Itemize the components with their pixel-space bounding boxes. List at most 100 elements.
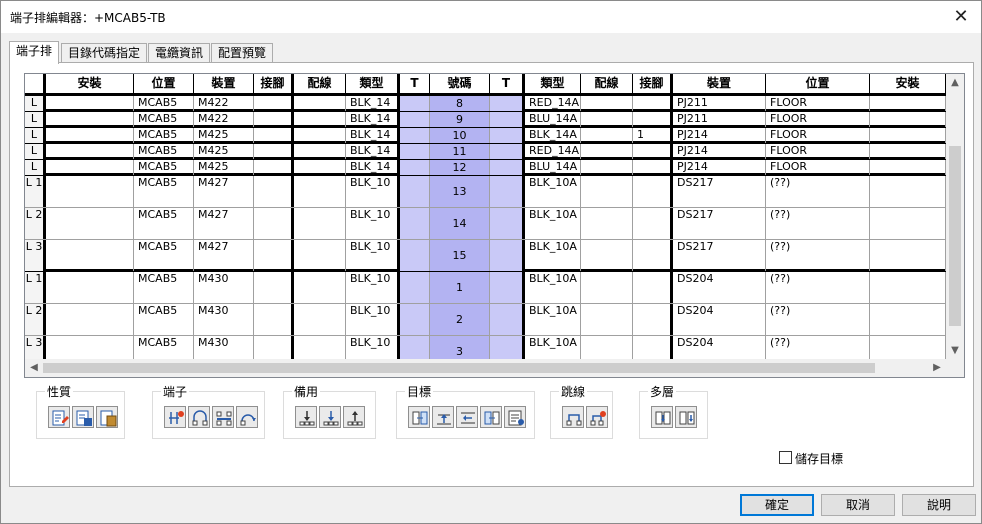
table-cell-type[interactable]: BLK_14 (346, 112, 400, 127)
table-cell-type[interactable]: BLK_14 (346, 144, 400, 159)
column-header[interactable]: T (400, 74, 430, 93)
table-cell-pin[interactable] (254, 96, 294, 111)
table-cell-ins[interactable] (46, 304, 134, 335)
table-cell-t2[interactable] (490, 96, 525, 111)
table-cell-rwire[interactable] (581, 96, 633, 111)
table-cell-pin[interactable] (254, 112, 294, 127)
table-cell-ins[interactable] (46, 240, 134, 271)
table-cell-rins[interactable] (870, 304, 946, 335)
table-cell-wire[interactable] (294, 96, 346, 111)
target-right-icon[interactable] (480, 406, 502, 428)
table-cell-rloc[interactable]: FLOOR (766, 112, 870, 127)
table-cell-t2[interactable] (490, 208, 525, 239)
table-cell-rloc[interactable]: (??) (766, 208, 870, 239)
table-cell-rdev[interactable]: DS217 (673, 240, 766, 271)
table-cell-wire[interactable] (294, 240, 346, 271)
table-cell-wire[interactable] (294, 176, 346, 207)
table-cell-ins[interactable] (46, 144, 134, 159)
help-button[interactable]: 說明 (902, 494, 976, 516)
table-cell-type[interactable]: BLK_10 (346, 240, 400, 271)
table-cell-rloc[interactable]: (??) (766, 336, 870, 359)
table-cell-loc[interactable]: MCAB5 (134, 304, 194, 335)
table-cell-dev[interactable]: M425 (194, 128, 254, 143)
table-cell-type[interactable]: BLK_10 (346, 208, 400, 239)
table-cell-rins[interactable] (870, 96, 946, 111)
table-cell-rpin[interactable] (633, 304, 673, 335)
insert-spare-below-icon[interactable] (295, 406, 317, 428)
table-cell-pin[interactable] (254, 208, 294, 239)
table-cell-dev[interactable]: M427 (194, 208, 254, 239)
table-cell-ins[interactable] (46, 160, 134, 175)
table-cell-pin[interactable] (254, 144, 294, 159)
table-cell-rl[interactable]: L 3 (25, 240, 46, 271)
table-cell-num[interactable]: 1 (430, 272, 490, 303)
ok-button[interactable]: 確定 (740, 494, 814, 516)
table-cell-rins[interactable] (870, 208, 946, 239)
table-cell-loc[interactable]: MCAB5 (134, 176, 194, 207)
column-header[interactable]: 號碼 (430, 74, 490, 93)
table-cell-rpin[interactable] (633, 176, 673, 207)
table-cell-t1[interactable] (400, 272, 430, 303)
table-cell-rins[interactable] (870, 240, 946, 271)
table-cell-rwire[interactable] (581, 112, 633, 127)
save-target-box[interactable] (779, 451, 792, 464)
table-cell-rpin[interactable] (633, 240, 673, 271)
table-cell-rtype[interactable]: BLK_10A (525, 304, 581, 335)
table-cell-rwire[interactable] (581, 272, 633, 303)
table-cell-rdev[interactable]: PJ211 (673, 112, 766, 127)
table-cell-pin[interactable] (254, 336, 294, 359)
table-cell-t2[interactable] (490, 144, 525, 159)
table-cell-pin[interactable] (254, 160, 294, 175)
paste-properties-icon[interactable] (96, 406, 118, 428)
table-cell-t2[interactable] (490, 240, 525, 271)
table-cell-rl[interactable]: L 2 (25, 304, 46, 335)
table-cell-type[interactable]: BLK_10 (346, 176, 400, 207)
table-cell-rtype[interactable]: BLU_14A (525, 112, 581, 127)
target-up-icon[interactable] (432, 406, 454, 428)
column-header[interactable]: 配線 (581, 74, 633, 93)
table-cell-loc[interactable]: MCAB5 (134, 96, 194, 111)
table-cell-rl[interactable]: L (25, 128, 46, 143)
scroll-up-icon[interactable]: ▲ (946, 74, 964, 91)
column-header[interactable]: 類型 (525, 74, 581, 93)
cancel-button[interactable]: 取消 (821, 494, 895, 516)
table-cell-dev[interactable]: M422 (194, 112, 254, 127)
table-cell-rpin[interactable] (633, 336, 673, 359)
table-cell-loc[interactable]: MCAB5 (134, 208, 194, 239)
table-cell-dev[interactable]: M425 (194, 160, 254, 175)
table-cell-rtype[interactable]: BLK_10A (525, 240, 581, 271)
table-cell-rdev[interactable]: DS204 (673, 272, 766, 303)
target-left-icon[interactable] (408, 406, 430, 428)
table-cell-t2[interactable] (490, 128, 525, 143)
multilevel-left-icon[interactable] (651, 406, 673, 428)
table-cell-rloc[interactable]: (??) (766, 272, 870, 303)
table-cell-rtype[interactable]: RED_14A (525, 144, 581, 159)
table-cell-ins[interactable] (46, 128, 134, 143)
table-cell-type[interactable]: BLK_14 (346, 96, 400, 111)
table-cell-loc[interactable]: MCAB5 (134, 160, 194, 175)
table-cell-num[interactable]: 14 (430, 208, 490, 239)
table-cell-t1[interactable] (400, 112, 430, 127)
table-cell-t1[interactable] (400, 160, 430, 175)
target-swap-icon[interactable] (456, 406, 478, 428)
table-row[interactable]: L MCAB5 M425 BLK_14 10 BLK_14A 1 PJ214 FLOOR (25, 128, 946, 144)
table-cell-t2[interactable] (490, 336, 525, 359)
table-row[interactable]: L 2 MCAB5 M427 BLK_10 14 BLK_10A DS217 (??) (25, 208, 946, 240)
table-cell-ins[interactable] (46, 112, 134, 127)
insert-spare-icon[interactable] (319, 406, 341, 428)
table-row[interactable]: L MCAB5 M422 BLK_14 8 RED_14A PJ211 FLOOR (25, 96, 946, 112)
table-cell-num[interactable]: 2 (430, 304, 490, 335)
table-cell-dev[interactable]: M430 (194, 336, 254, 359)
table-cell-rdev[interactable]: DS217 (673, 176, 766, 207)
table-cell-rtype[interactable]: BLK_10A (525, 272, 581, 303)
table-cell-rpin[interactable] (633, 272, 673, 303)
table-row[interactable]: L 1 MCAB5 M430 BLK_10 1 BLK_10A DS204 (??) (25, 272, 946, 304)
horizontal-scrollbar[interactable]: ◀ ▶ (25, 359, 946, 377)
jumper-terminal-icon[interactable] (188, 406, 210, 428)
table-cell-t1[interactable] (400, 240, 430, 271)
insert-spare-above-icon[interactable] (343, 406, 365, 428)
tab-cable-info[interactable]: 電纜資訊 (148, 43, 211, 63)
table-cell-rloc[interactable]: FLOOR (766, 144, 870, 159)
column-header[interactable]: T (490, 74, 525, 93)
table-cell-rl[interactable]: L (25, 160, 46, 175)
